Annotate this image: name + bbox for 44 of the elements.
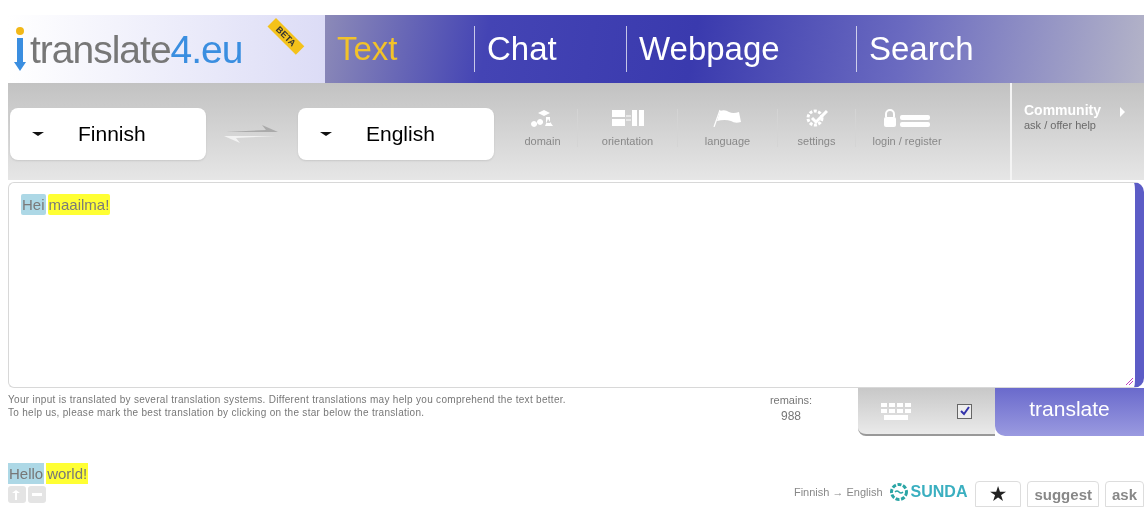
arrow-up-icon [12,489,22,500]
remains-count: 988 [781,409,801,423]
keyboard-icon[interactable] [881,402,911,420]
resize-handle-icon[interactable] [1126,378,1133,385]
toolbar-button[interactable]: settings [778,109,856,147]
highlighted-word[interactable]: Hello [8,463,45,484]
text-button[interactable]: suggest [1027,481,1099,507]
flag-icon [712,109,743,127]
chevron-icon [1120,107,1125,117]
toolbar-button[interactable]: language [678,109,778,147]
logo-icon [12,26,28,72]
translate-button[interactable]: translate [995,388,1144,436]
star-button[interactable]: ★ [975,481,1022,507]
vote-up-button[interactable] [8,486,26,503]
tab[interactable]: Search [857,26,1057,72]
toolbar-button[interactable]: orientation [578,109,678,147]
tab[interactable]: Chat [475,26,627,72]
tab[interactable]: Text [325,26,475,72]
padlock-icon [883,109,931,127]
remains-label: remains: [769,394,813,406]
layout-icon [611,109,644,127]
logo-text[interactable]: translate4.eu [30,29,243,69]
text-button[interactable]: ask [1104,481,1144,507]
tab[interactable]: Webpage [627,26,857,72]
highlighted-word[interactable]: world! [46,463,89,484]
swap-arrows-icon[interactable] [224,125,278,143]
info-text: Your input is translated by several translation systems. Different translations may help you comprehend the text better. [8,394,567,405]
gear-icon [888,482,909,502]
toolbar-button[interactable]: login / register [856,109,958,147]
community-subtitle: ask / offer help [1024,119,1097,131]
text-input-area[interactable]: Hei maailma! [8,182,1144,388]
checkbox[interactable] [957,403,972,419]
language-dropdown[interactable]: English [298,108,494,160]
language-dropdown[interactable]: Finnish [10,108,206,160]
caret-icon [320,132,332,136]
highlighted-word[interactable]: Hei [21,194,46,215]
engine-logo: SUNDA [888,482,968,502]
toolbar-button[interactable]: domain [508,109,578,147]
minus-button[interactable] [28,486,46,503]
caret-icon [32,132,44,136]
settings-icon [805,109,828,127]
highlighted-word[interactable]: maailma! [47,194,111,215]
info-text: To help us, please mark the best translation by clicking on the star below the translation. [8,407,426,418]
language-direction: Finnish → English [793,486,883,498]
